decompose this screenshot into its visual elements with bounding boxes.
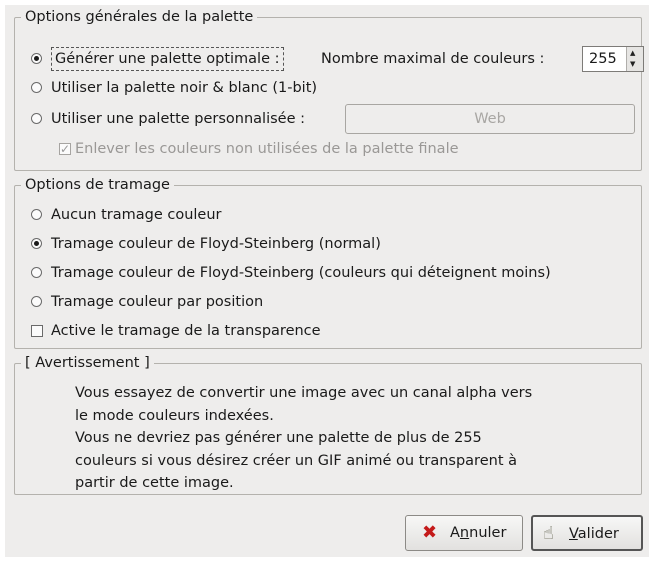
radio-indicator[interactable] bbox=[31, 296, 42, 307]
warning-frame: [ Avertissement ] Vous essayez de conver… bbox=[14, 353, 642, 495]
warning-line: le mode couleurs indexées. bbox=[75, 407, 274, 424]
dither-option-label[interactable]: Tramage couleur de Floyd-Steinberg (coul… bbox=[51, 262, 551, 284]
hand-ok-icon: ☝ bbox=[543, 523, 554, 544]
dither-option-label[interactable]: Tramage couleur par position bbox=[51, 291, 263, 313]
ok-button[interactable]: ☝ Valider bbox=[531, 515, 643, 551]
spin-down-icon[interactable]: ▼ bbox=[630, 61, 635, 68]
palette-options-frame: Options générales de la palette Générer … bbox=[14, 7, 644, 171]
max-colors-spinbutton[interactable]: 255 ▲ ▼ bbox=[582, 46, 644, 72]
bw-palette-label[interactable]: Utiliser la palette noir & blanc (1-bit) bbox=[51, 77, 317, 99]
checkbox-indicator[interactable] bbox=[31, 325, 43, 337]
max-colors-value[interactable]: 255 bbox=[589, 49, 617, 69]
red-x-icon: ✖ bbox=[422, 522, 438, 543]
dither-options-title: Options de tramage bbox=[21, 175, 174, 195]
radio-indicator[interactable] bbox=[31, 53, 42, 64]
cancel-button[interactable]: ✖ Annuler bbox=[405, 515, 523, 551]
cancel-button-label: Annuler bbox=[450, 525, 507, 541]
palette-options-title: Options générales de la palette bbox=[21, 7, 258, 27]
warning-title: [ Avertissement ] bbox=[21, 353, 154, 373]
spin-arrows[interactable]: ▲ ▼ bbox=[626, 47, 643, 71]
transparency-dither-label[interactable]: Active le tramage de la transparence bbox=[51, 320, 321, 342]
dither-option-label[interactable]: Aucun tramage couleur bbox=[51, 204, 221, 226]
warning-line: couleurs si vous désirez créer un GIF an… bbox=[75, 452, 517, 469]
dither-option-label[interactable]: Tramage couleur de Floyd-Steinberg (norm… bbox=[51, 233, 381, 255]
radio-indicator[interactable] bbox=[31, 209, 42, 220]
warning-line: partir de cette image. bbox=[75, 475, 234, 492]
warning-message: Vous essayez de convertir une image avec… bbox=[75, 382, 532, 495]
remove-unused-label[interactable]: Enlever les couleurs non utilisées de la… bbox=[75, 138, 459, 160]
dither-options-frame: Options de tramage Aucun tramage couleur… bbox=[14, 175, 642, 349]
radio-indicator[interactable] bbox=[31, 82, 42, 93]
warning-line: Vous essayez de convertir une image avec… bbox=[75, 385, 533, 401]
ok-button-label: Valider bbox=[569, 526, 619, 542]
custom-palette-select-button[interactable]: Web bbox=[345, 104, 635, 134]
radio-indicator[interactable] bbox=[31, 238, 42, 249]
generate-optimal-label[interactable]: Générer une palette optimale : bbox=[51, 47, 284, 71]
warning-line: Vous ne devriez pas générer une palette … bbox=[75, 430, 482, 447]
custom-palette-label[interactable]: Utiliser une palette personnalisée : bbox=[51, 108, 305, 130]
checkbox-indicator[interactable] bbox=[59, 138, 71, 160]
radio-indicator[interactable] bbox=[31, 113, 42, 124]
max-colors-label: Nombre maximal de couleurs : bbox=[321, 51, 545, 67]
indexed-color-dialog: Options générales de la palette Générer … bbox=[5, 5, 649, 557]
spin-up-icon[interactable]: ▲ bbox=[630, 50, 635, 57]
radio-indicator[interactable] bbox=[31, 267, 42, 278]
